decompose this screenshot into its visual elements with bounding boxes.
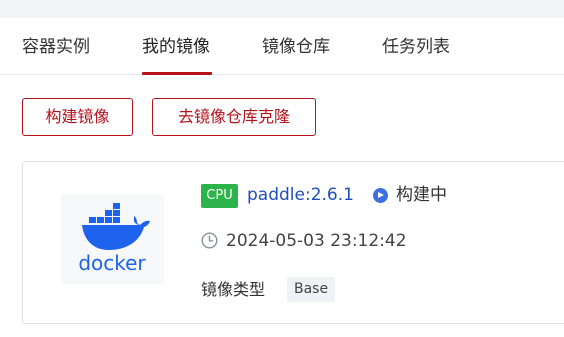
build-status: 构建中 [396,185,447,205]
clock-icon [201,232,218,249]
tab-bar: 容器实例 我的镜像 镜像仓库 任务列表 [0,18,564,75]
play-circle-icon [373,188,388,203]
build-image-button[interactable]: 构建镜像 [22,98,133,136]
image-type-badge: Base [287,277,336,302]
docker-logo: docker [61,194,164,284]
docker-logo-text: docker [78,251,146,275]
tab-image-repository[interactable]: 镜像仓库 [262,36,330,58]
tab-container-instances[interactable]: 容器实例 [22,36,90,58]
tab-task-list[interactable]: 任务列表 [382,36,450,58]
image-management-panel: 容器实例 我的镜像 镜像仓库 任务列表 构建镜像 去镜像仓库克隆 docker … [0,18,564,337]
image-name-link[interactable]: paddle:2.6.1 [247,183,354,207]
image-type-label: 镜像类型 [201,280,266,299]
docker-whale-icon: docker [78,203,150,275]
clone-from-repository-button[interactable]: 去镜像仓库克隆 [152,98,316,136]
tab-my-images[interactable]: 我的镜像 [142,36,210,58]
active-tab-indicator [142,72,212,75]
created-time: 2024-05-03 23:12:42 [226,231,407,251]
image-card[interactable]: docker CPU paddle:2.6.1 构建中 2024-05-03 2… [22,161,564,324]
cpu-badge: CPU [201,184,238,208]
